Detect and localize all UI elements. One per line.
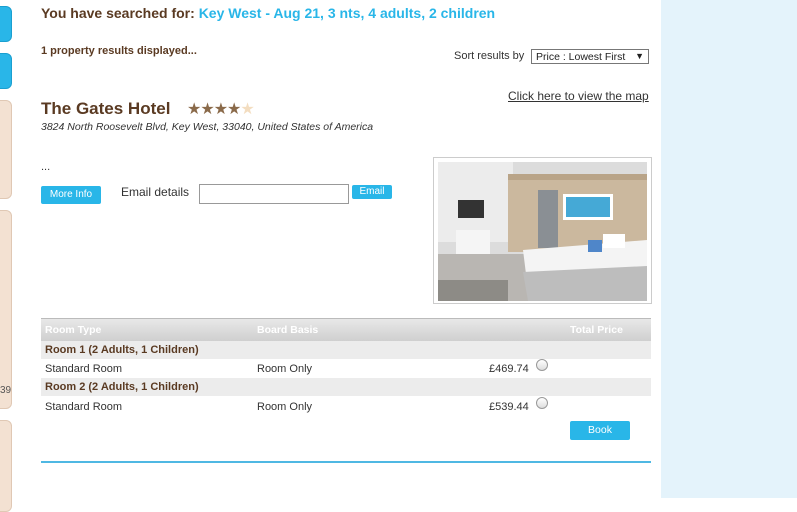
side-panel-2 <box>0 210 12 409</box>
hotel-address: 3824 North Roosevelt Blvd, Key West, 330… <box>41 121 374 133</box>
dropdown-arrow-icon: ▼ <box>635 51 644 61</box>
side-tab-2[interactable] <box>0 53 12 89</box>
room-group-label: Room 1 (2 Adults, 1 Children) <box>45 344 199 356</box>
star-rating: ★★★★★ <box>187 99 255 119</box>
room-1-select-radio[interactable] <box>536 359 548 371</box>
search-summary: You have searched for: Key West - Aug 21… <box>41 5 495 21</box>
star-icon: ★ <box>213 101 228 118</box>
room-group-1: Room 1 (2 Adults, 1 Children) <box>41 341 651 359</box>
room-2-type: Standard Room <box>45 401 123 413</box>
header-total-price: Total Price <box>570 324 623 336</box>
hotel-photo-frame <box>433 157 652 304</box>
room-1-board: Room Only <box>257 363 313 375</box>
room-group-2: Room 2 (2 Adults, 1 Children) <box>41 378 651 396</box>
star-icon: ★ <box>200 101 214 118</box>
header-room-type: Room Type <box>45 324 102 336</box>
results-count: 1 property results displayed... <box>41 45 197 57</box>
email-input[interactable] <box>199 184 349 204</box>
side-panel-number: 39 <box>0 385 12 396</box>
room-1-price: £469.74 <box>489 363 529 375</box>
book-button[interactable]: Book <box>570 421 630 440</box>
side-panel-3 <box>0 420 12 512</box>
hotel-name[interactable]: The Gates Hotel <box>41 99 170 119</box>
star-empty-icon: ★ <box>240 101 254 118</box>
star-icon: ★ <box>187 101 201 118</box>
room-1-type: Standard Room <box>45 363 123 375</box>
side-tab-1[interactable] <box>0 6 12 42</box>
search-summary-prefix: You have searched for: <box>41 5 195 21</box>
side-panel-1 <box>0 100 12 199</box>
right-side-panel <box>661 0 797 498</box>
email-button[interactable]: Email <box>352 185 392 199</box>
room-group-label: Room 2 (2 Adults, 1 Children) <box>45 381 199 393</box>
sort-label: Sort results by <box>454 50 525 62</box>
section-divider <box>41 461 651 463</box>
view-map-link[interactable]: Click here to view the map <box>508 89 649 103</box>
room-2-price: £539.44 <box>489 401 529 413</box>
hotel-room-photo[interactable] <box>438 162 647 301</box>
hotel-description: ... <box>41 161 51 173</box>
search-summary-query: Key West - Aug 21, 3 nts, 4 adults, 2 ch… <box>198 5 496 21</box>
sort-select[interactable]: Price : Lowest First ▼ <box>531 49 649 64</box>
header-board-basis: Board Basis <box>257 324 319 336</box>
rooms-table-header: Room Type Board Basis Total Price <box>41 318 651 341</box>
star-icon: ★ <box>227 101 241 118</box>
more-info-button[interactable]: More Info <box>41 186 101 204</box>
room-2-board: Room Only <box>257 401 313 413</box>
room-2-select-radio[interactable] <box>536 397 548 409</box>
sort-select-value: Price : Lowest First <box>536 51 626 63</box>
email-details-label: Email details <box>121 185 190 199</box>
